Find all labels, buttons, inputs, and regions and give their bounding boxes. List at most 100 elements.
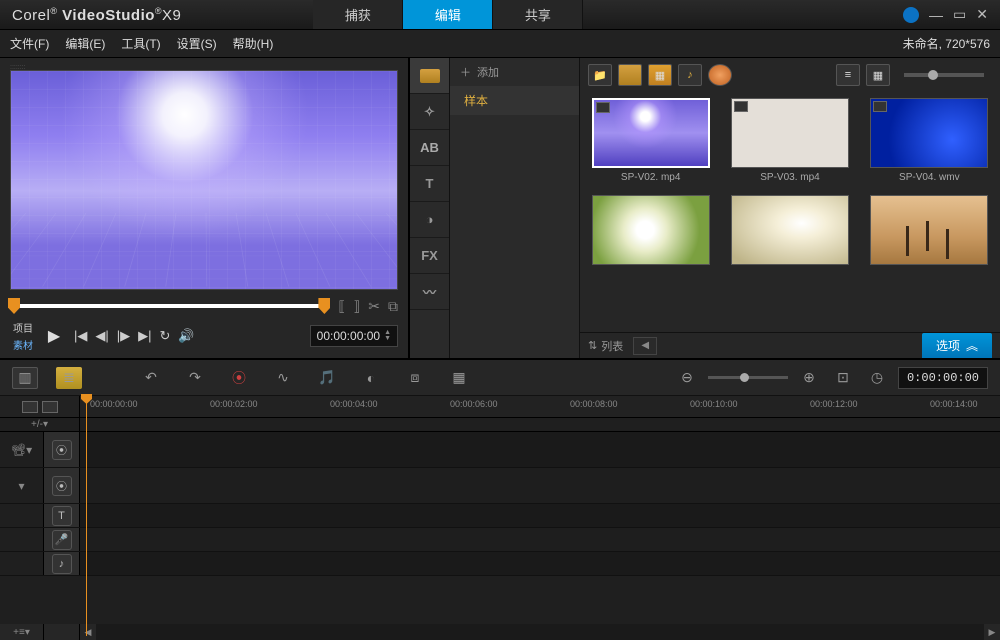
track-lane[interactable] xyxy=(80,432,1000,467)
voice-track-icon[interactable]: 🎤 xyxy=(52,530,72,550)
storyboard-view-button[interactable]: ▥ xyxy=(12,367,38,389)
track-lane[interactable] xyxy=(80,552,1000,575)
music-track-icon[interactable]: ♪ xyxy=(52,554,72,574)
mark-in-handle[interactable] xyxy=(8,298,20,314)
play-button[interactable]: ▶ xyxy=(42,324,66,348)
menu-file[interactable]: 文件(F) xyxy=(10,35,49,52)
track-lane[interactable] xyxy=(80,468,1000,503)
maximize-button[interactable]: ▭ xyxy=(953,6,966,23)
track-toggle[interactable] xyxy=(0,504,44,527)
menu-edit[interactable]: 编辑(E) xyxy=(65,35,105,52)
minimize-button[interactable]: — xyxy=(929,7,943,23)
filter-video-button[interactable] xyxy=(618,64,642,86)
preview-timecode[interactable]: 00:00:00:00 ▲▼ xyxy=(310,325,398,347)
record-button[interactable]: ⦿ xyxy=(226,367,252,389)
thumb-view-button[interactable]: ▦ xyxy=(866,64,890,86)
window-controls: — ▭ ✕ xyxy=(903,6,1000,23)
repeat-button[interactable]: ↻ xyxy=(160,328,171,344)
nav-prev-button[interactable]: ◀ xyxy=(633,337,657,355)
menu-tools[interactable]: 工具(T) xyxy=(121,35,160,52)
add-track-button[interactable]: +≡▾ xyxy=(0,624,44,640)
libtab-path[interactable]: 〰 xyxy=(410,274,449,310)
fit-project-button[interactable]: ⊡ xyxy=(830,367,856,389)
filter-audio-button[interactable]: ♪ xyxy=(678,64,702,86)
track-toggle[interactable] xyxy=(0,552,44,575)
scroll-left-button[interactable]: ◀ xyxy=(80,624,96,640)
snapshot-icon[interactable]: ⧉ xyxy=(388,298,398,315)
filter-disc-button[interactable] xyxy=(708,64,732,86)
title-track-icon[interactable]: T xyxy=(52,506,72,526)
sort-button[interactable]: ⇅ 列表 xyxy=(588,338,623,354)
track-lane[interactable] xyxy=(80,504,1000,527)
timeline-ruler[interactable]: 00:00:00:00 00:00:02:00 00:00:04:00 00:0… xyxy=(80,396,1000,417)
add-folder-button[interactable]: ＋ 添加 xyxy=(450,58,579,86)
mark-in-icon[interactable]: ⟦ xyxy=(338,298,345,315)
menu-bar: 文件(F) 编辑(E) 工具(T) 设置(S) 帮助(H) 未命名, 720*5… xyxy=(0,30,1000,58)
track-lane[interactable] xyxy=(80,528,1000,551)
project-duration-icon[interactable]: ◷ xyxy=(864,367,890,389)
libtab-media[interactable] xyxy=(410,58,449,94)
clip-item[interactable]: SP-V04. wmv xyxy=(869,98,990,183)
thumb-zoom-slider[interactable] xyxy=(904,73,984,77)
zoom-out-button[interactable]: ⊖ xyxy=(674,367,700,389)
video-track-icon[interactable]: ⦿ xyxy=(52,440,72,460)
cut-icon[interactable]: ✂ xyxy=(368,298,380,315)
preview-mode-toggle[interactable]: 项目 素材 xyxy=(10,319,36,353)
volume-button[interactable]: 🔊 xyxy=(178,328,194,344)
zoom-in-button[interactable]: ⊕ xyxy=(796,367,822,389)
overlay-track-icon[interactable]: ⦿ xyxy=(52,476,72,496)
video-badge-icon xyxy=(596,102,610,113)
clip-item[interactable] xyxy=(869,195,990,269)
mode-project: 项目 xyxy=(10,319,36,336)
ruler-head[interactable] xyxy=(0,396,80,417)
menu-help[interactable]: 帮助(H) xyxy=(233,35,274,52)
playhead[interactable] xyxy=(86,396,87,636)
libtab-graphic[interactable]: ◑ xyxy=(410,202,449,238)
timecode-spinner[interactable]: ▲▼ xyxy=(384,330,391,342)
timeline-timecode[interactable]: 0:00:00:00 xyxy=(898,367,988,389)
menu-settings[interactable]: 设置(S) xyxy=(177,35,217,52)
tab-edit[interactable]: 编辑 xyxy=(403,0,493,29)
go-end-button[interactable]: ▶| xyxy=(138,328,151,344)
scroll-right-button[interactable]: ▶ xyxy=(984,624,1000,640)
go-start-button[interactable]: |◀ xyxy=(74,328,87,344)
timeline-view-button[interactable]: ≣ xyxy=(56,367,82,389)
close-button[interactable]: ✕ xyxy=(976,6,988,23)
zoom-slider[interactable] xyxy=(708,376,788,379)
mark-out-handle[interactable] xyxy=(318,298,330,314)
libtab-transition[interactable]: AB xyxy=(410,130,449,166)
subtitle-button[interactable]: ⧈ xyxy=(402,367,428,389)
library-folder-sample[interactable]: 样本 xyxy=(450,86,579,115)
scroll-track[interactable] xyxy=(96,624,984,640)
community-icon[interactable] xyxy=(903,7,919,23)
preview-screen[interactable] xyxy=(10,70,398,290)
browse-button[interactable]: 📁 xyxy=(588,64,612,86)
tab-capture[interactable]: 捕获 xyxy=(313,0,403,29)
clip-item[interactable]: SP-V02. mp4 xyxy=(590,98,711,183)
next-frame-button[interactable]: |▶ xyxy=(117,328,130,344)
undo-button[interactable]: ↶ xyxy=(138,367,164,389)
filter-photo-button[interactable]: ▦ xyxy=(648,64,672,86)
add-marker-button[interactable]: +/-▾ xyxy=(0,418,80,431)
options-button[interactable]: 选项 ︽ xyxy=(922,333,992,358)
auto-music-button[interactable]: 🎵 xyxy=(314,367,340,389)
prev-frame-button[interactable]: ◀| xyxy=(95,328,108,344)
libtab-instantproject[interactable]: ✧ xyxy=(410,94,449,130)
redo-button[interactable]: ↷ xyxy=(182,367,208,389)
list-view-button[interactable]: ≡ xyxy=(836,64,860,86)
audio-mixer-button[interactable]: ∿ xyxy=(270,367,296,389)
trim-track[interactable] xyxy=(10,304,328,308)
mark-out-icon[interactable]: ⟧ xyxy=(353,298,360,315)
tab-share[interactable]: 共享 xyxy=(493,0,583,29)
track-toggle[interactable] xyxy=(0,528,44,551)
clip-item[interactable]: SP-V03. mp4 xyxy=(729,98,850,183)
film-icon xyxy=(22,401,38,413)
track-toggle[interactable]: ▾ xyxy=(0,468,44,503)
clip-item[interactable] xyxy=(590,195,711,269)
libtab-filter[interactable]: FX xyxy=(410,238,449,274)
multi-cam-button[interactable]: ▦ xyxy=(446,367,472,389)
motion-track-button[interactable]: ◐ xyxy=(358,367,384,389)
clip-item[interactable] xyxy=(729,195,850,269)
track-toggle[interactable]: 📽▾ xyxy=(0,432,44,467)
libtab-title[interactable]: T xyxy=(410,166,449,202)
